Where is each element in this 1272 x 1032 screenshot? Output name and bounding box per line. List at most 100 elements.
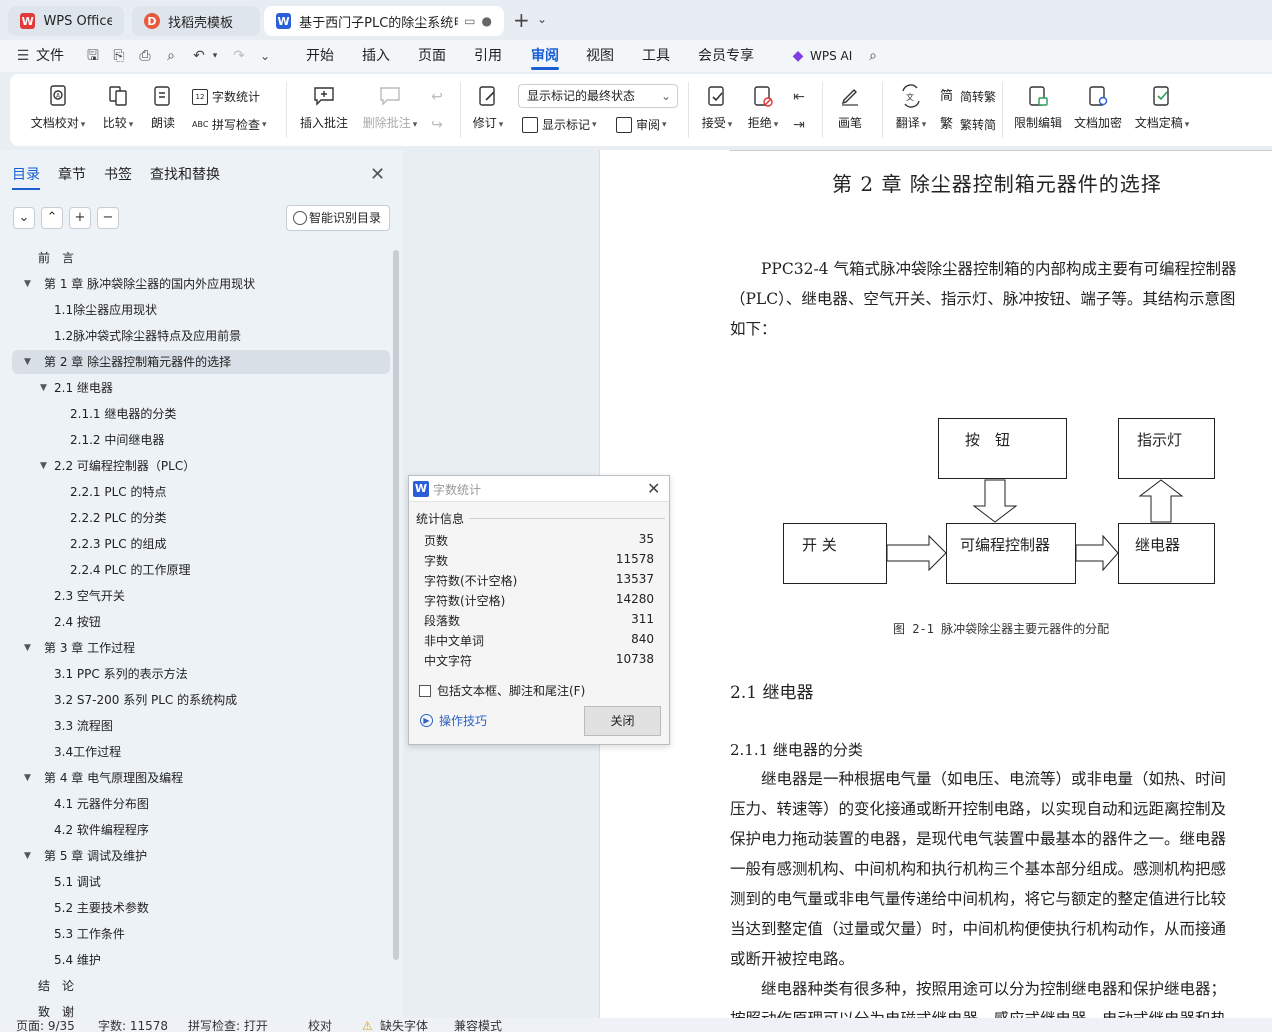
word-count-button[interactable]: 12 字数统计 xyxy=(192,88,260,105)
toc-item[interactable]: 1.2脉冲袋式除尘器特点及应用前景 xyxy=(12,324,390,348)
toc-item[interactable]: 4.1 元器件分布图 xyxy=(12,792,390,816)
undo-dropdown-icon[interactable]: ▾ xyxy=(206,47,224,65)
prev-comment-icon[interactable]: ↩ xyxy=(428,88,446,106)
toc-item[interactable]: ▼ 第 4 章 电气原理图及编程 xyxy=(12,766,390,790)
collapse-up-button[interactable]: ⌃ xyxy=(41,207,63,229)
read-aloud-button[interactable]: 朗读 xyxy=(146,84,180,131)
word-count-status[interactable]: 字数: 11578 xyxy=(98,1019,168,1032)
menu-file[interactable]: 文件 xyxy=(36,40,64,72)
toc-item[interactable]: 2.2.4 PLC 的工作原理 xyxy=(12,558,390,582)
tips-link[interactable]: ▶ 操作技巧 xyxy=(420,712,487,729)
reject-button[interactable]: 拒绝 ▾ xyxy=(744,84,782,131)
accept-button[interactable]: 接受 ▾ xyxy=(698,84,736,131)
toc-item[interactable]: 4.2 软件编程程序 xyxy=(12,818,390,842)
toc-item[interactable]: ▼ 2.1 继电器 xyxy=(12,376,390,400)
close-dot-icon[interactable]: ● xyxy=(482,14,492,28)
insert-comment-button[interactable]: 插入批注 xyxy=(298,84,350,131)
search-icon[interactable]: ⌕ xyxy=(864,47,882,65)
toc-item[interactable]: 5.4 维护 xyxy=(12,948,390,972)
menu-tools[interactable]: 工具 xyxy=(642,40,670,72)
toc-item[interactable]: ▼ 第 1 章 脉冲袋除尘器的国内外应用现状 xyxy=(12,272,390,296)
tab-wps-office[interactable]: W WPS Office xyxy=(8,6,124,36)
menu-wps-ai[interactable]: WPS AI xyxy=(810,40,852,72)
toc-item[interactable]: 2.1.2 中间继电器 xyxy=(12,428,390,452)
menu-insert[interactable]: 插入 xyxy=(362,40,390,72)
hamburger-icon[interactable]: ☰ xyxy=(14,47,32,65)
toc-item[interactable]: 2.2.1 PLC 的特点 xyxy=(12,480,390,504)
encrypt-button[interactable]: 文档加密 xyxy=(1072,84,1124,131)
menu-review[interactable]: 审阅 xyxy=(531,40,559,72)
document-page[interactable]: 第 2 章 除尘器控制箱元器件的选择 PPC32-4 气箱式脉冲袋除尘器控制箱的… xyxy=(599,150,1272,1018)
toc-item[interactable]: 3.2 S7-200 系列 PLC 的系统构成 xyxy=(12,688,390,712)
doc-check-button[interactable]: A 文档校对 ▾ xyxy=(28,84,88,131)
checkbox-box[interactable] xyxy=(419,684,431,697)
translate-button[interactable]: 文 翻译 ▾ xyxy=(892,84,930,131)
menu-member[interactable]: 会员专享 xyxy=(698,40,754,72)
toc-scrollbar[interactable] xyxy=(393,250,399,960)
collapse-down-button[interactable]: ⌄ xyxy=(13,207,35,229)
include-textbox-checkbox[interactable]: 包括文本框、脚注和尾注(F) xyxy=(419,682,585,699)
nav-tab-toc[interactable]: 目录 xyxy=(12,164,40,190)
prev-change-icon[interactable]: ⇤ xyxy=(790,88,808,106)
close-icon[interactable]: ✕ xyxy=(647,479,660,498)
add-heading-button[interactable]: + xyxy=(69,207,91,229)
menu-view[interactable]: 视图 xyxy=(586,40,614,72)
tab-document[interactable]: W 基于西门子PLC的除尘系统电 ▭ ● xyxy=(264,6,504,36)
nav-tab-sections[interactable]: 章节 xyxy=(58,164,86,184)
nav-tab-find-replace[interactable]: 查找和替换 xyxy=(150,164,220,184)
finalize-button[interactable]: 文档定稿 ▾ xyxy=(1132,84,1192,131)
next-comment-icon[interactable]: ↪ xyxy=(428,116,446,134)
print-icon[interactable]: ⎙ xyxy=(136,47,154,65)
pen-button[interactable]: 画笔 xyxy=(832,84,868,131)
spell-check-button[interactable]: ABC 拼写检查 ▾ xyxy=(192,116,267,133)
spell-check-status[interactable]: 拼写检查: 打开 xyxy=(188,1019,268,1032)
toc-item[interactable]: 2.1.1 继电器的分类 xyxy=(12,402,390,426)
revise-button[interactable]: 修订 ▾ xyxy=(470,84,506,131)
close-icon[interactable]: ✕ xyxy=(370,164,385,185)
proof-status[interactable]: 校对 xyxy=(308,1019,332,1032)
toc-item[interactable]: 2.2.2 PLC 的分类 xyxy=(12,506,390,530)
page-indicator[interactable]: 页面: 9/35 xyxy=(16,1019,75,1032)
nav-tab-bookmarks[interactable]: 书签 xyxy=(104,164,132,184)
toc-item[interactable]: 2.2.3 PLC 的组成 xyxy=(12,532,390,556)
expand-arrow-icon[interactable]: ▼ xyxy=(24,766,31,790)
save-icon[interactable]: 🖫 xyxy=(84,47,102,65)
share-icon[interactable]: ⎘ xyxy=(110,47,128,65)
menu-page[interactable]: 页面 xyxy=(418,40,446,72)
toc-item[interactable]: 3.3 流程图 xyxy=(12,714,390,738)
markup-state-select[interactable]: 显示标记的最终状态 ⌄ xyxy=(518,84,678,108)
trad-to-simp-button[interactable]: 繁 繁转简 xyxy=(940,116,996,133)
toc-item[interactable]: 5.1 调试 xyxy=(12,870,390,894)
toc-item[interactable]: ▼ 第 3 章 工作过程 xyxy=(12,636,390,660)
toc-item[interactable]: ▼ 第 5 章 调试及维护 xyxy=(12,844,390,868)
restrict-edit-button[interactable]: 限制编辑 xyxy=(1012,84,1064,131)
menu-start[interactable]: 开始 xyxy=(306,40,334,72)
simp-to-trad-button[interactable]: 简 简转繁 xyxy=(940,88,996,105)
expand-arrow-icon[interactable]: ▼ xyxy=(40,454,47,478)
toc-item[interactable]: 1.1除尘器应用现状 xyxy=(12,298,390,322)
tab-docer-templates[interactable]: D 找稻壳模板 xyxy=(132,6,260,36)
show-markup-button[interactable]: 显示标记 ▾ xyxy=(522,116,597,133)
expand-arrow-icon[interactable]: ▼ xyxy=(24,350,31,374)
more-chevron-icon[interactable]: ⌄ xyxy=(256,47,274,65)
menu-reference[interactable]: 引用 xyxy=(474,40,502,72)
review-pane-button[interactable]: 审阅 ▾ xyxy=(616,116,667,133)
delete-comment-button[interactable]: 删除批注 ▾ xyxy=(360,84,420,131)
toc-item[interactable]: 2.4 按钮 xyxy=(12,610,390,634)
monitor-icon[interactable]: ▭ xyxy=(464,14,475,28)
expand-arrow-icon[interactable]: ▼ xyxy=(24,636,31,660)
expand-arrow-icon[interactable]: ▼ xyxy=(40,376,47,400)
toc-item[interactable]: 3.4工作过程 xyxy=(12,740,390,764)
toc-item[interactable]: ▼ 2.2 可编程控制器（PLC） xyxy=(12,454,390,478)
toc-item[interactable]: 2.3 空气开关 xyxy=(12,584,390,608)
print-preview-icon[interactable]: ⌕ xyxy=(162,47,180,65)
toc-item[interactable]: 5.3 工作条件 xyxy=(12,922,390,946)
new-tab-plus-icon[interactable]: + xyxy=(513,8,530,32)
expand-arrow-icon[interactable]: ▼ xyxy=(24,844,31,868)
compare-button[interactable]: 比较 ▾ xyxy=(98,84,138,131)
toc-item[interactable]: 3.1 PPC 系列的表示方法 xyxy=(12,662,390,686)
expand-arrow-icon[interactable]: ▼ xyxy=(24,272,31,296)
tab-list-chevron-icon[interactable]: ⌄ xyxy=(537,12,547,26)
smart-toc-button[interactable]: 智能识别目录 xyxy=(286,205,390,231)
next-change-icon[interactable]: ⇥ xyxy=(790,116,808,134)
